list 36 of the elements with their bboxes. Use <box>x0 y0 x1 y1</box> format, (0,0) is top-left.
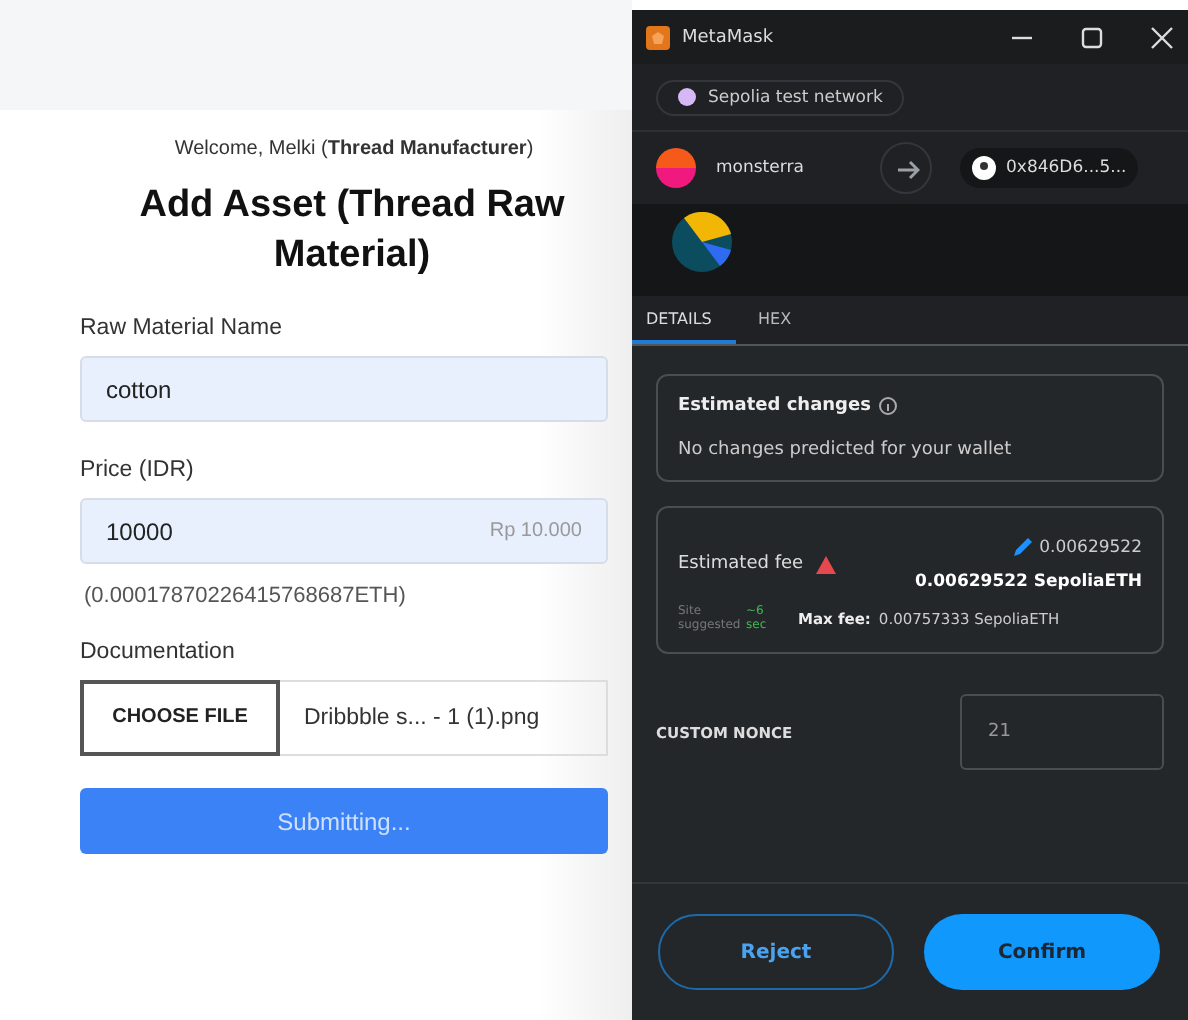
file-field[interactable]: CHOOSE FILE Dribbble s... - 1 (1).png <box>80 680 608 756</box>
fee-total: 0.00629522 SepoliaETH <box>914 572 1142 592</box>
fee-label: Estimated fee <box>678 554 804 574</box>
input-field[interactable]: cotton <box>80 356 608 422</box>
account-name: monsterra <box>716 158 806 178</box>
address-pill[interactable]: 0x846D6...5... <box>960 148 1139 188</box>
maximize-icon[interactable] <box>1078 23 1106 51</box>
field-label: Documentation <box>80 640 237 664</box>
field-label: Raw Material Name <box>80 316 284 340</box>
window-title: MetaMask <box>682 27 774 47</box>
price-field[interactable]: 10000 Rp 10.000 <box>80 498 608 564</box>
pencil-icon <box>1011 536 1034 558</box>
account-avatar <box>656 148 696 188</box>
card-text: No changes predicted for your wallet <box>678 440 1014 460</box>
network-pill[interactable]: Sepolia test network <box>656 79 905 115</box>
conversion-text: (0.00017870226415768687ETH) <box>84 584 408 608</box>
card-title: Estimated changes <box>678 396 871 416</box>
network-name: Sepolia test network <box>708 87 883 107</box>
info-icon <box>878 396 899 416</box>
confirm-button[interactable]: Confirm <box>924 914 1160 990</box>
currency-hint: Rp 10.000 <box>489 520 582 542</box>
identicon-icon <box>672 212 732 272</box>
page-title: Add Asset (Thread Raw Material) <box>137 182 567 280</box>
fee-amount: 0.00629522 <box>1039 537 1142 557</box>
tab[interactable]: HEX <box>744 296 806 344</box>
field-label: Price (IDR) <box>80 458 196 482</box>
welcome-text: Welcome, Melki (Thread Manufacturer) <box>172 138 536 160</box>
nonce-field[interactable]: 21 <box>960 694 1164 770</box>
choose-file-button[interactable]: CHOOSE FILE <box>80 679 280 755</box>
close-icon[interactable] <box>1148 23 1176 51</box>
fox-icon <box>644 23 672 51</box>
warning-icon <box>813 553 838 575</box>
tab[interactable]: DETAILS <box>632 296 736 344</box>
reject-button[interactable]: Reject <box>658 914 894 990</box>
address-avatar-icon <box>972 156 996 180</box>
file-name: Dribbble s... - 1 (1).png <box>302 706 540 730</box>
